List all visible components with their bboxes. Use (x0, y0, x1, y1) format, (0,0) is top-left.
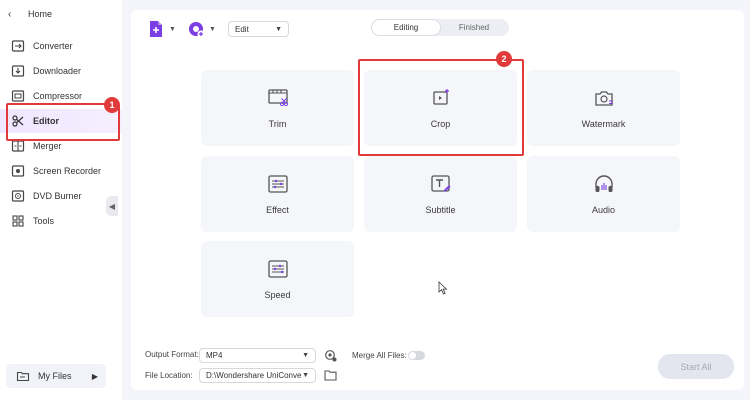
tool-trim[interactable]: Trim (201, 70, 354, 146)
watermark-icon (594, 91, 613, 106)
trim-icon (267, 89, 288, 107)
tab-editing[interactable]: Editing (372, 20, 440, 35)
compressor-icon (11, 90, 25, 102)
tool-speed[interactable]: Speed (201, 241, 354, 317)
sidebar-item-tools[interactable]: Tools (0, 209, 122, 233)
annotation-badge-2: 2 (496, 51, 512, 67)
home-link[interactable]: ‹ Home (8, 6, 52, 22)
screen-recorder-icon (11, 165, 25, 177)
tool-subtitle[interactable]: Subtitle (364, 156, 517, 232)
speed-icon (267, 260, 288, 278)
tool-label: Watermark (581, 119, 626, 129)
sidebar-item-label: Merger (33, 141, 62, 151)
output-format-label: Output Format: (145, 350, 199, 359)
add-file-icon (150, 21, 162, 37)
add-media-icon (189, 22, 205, 38)
add-file-button[interactable]: ▼ (146, 19, 176, 39)
dvd-icon (11, 190, 25, 202)
tool-label: Speed (264, 290, 291, 300)
start-all-button[interactable]: Start All (658, 354, 734, 379)
edit-mode-select[interactable]: Edit ▼ (228, 21, 289, 37)
home-label: Home (28, 9, 53, 19)
sidebar-item-dvd-burner[interactable]: DVD Burner (0, 184, 122, 208)
effect-icon (267, 175, 288, 193)
chevron-down-icon: ▼ (275, 25, 282, 33)
chevron-right-icon: ▶ (91, 371, 98, 381)
merge-all-toggle[interactable] (408, 351, 425, 360)
status-tab-group: Editing Finished (371, 19, 509, 36)
sidebar-item-label: DVD Burner (33, 191, 82, 201)
tab-finished[interactable]: Finished (440, 20, 508, 35)
sidebar: ‹ Home Converter Downloader Compressor E… (0, 0, 122, 400)
edit-mode-value: Edit (235, 24, 249, 34)
subtitle-icon (430, 175, 450, 192)
folder-icon[interactable] (324, 369, 337, 381)
sidebar-item-label: Compressor (33, 91, 83, 101)
tool-audio[interactable]: Audio (527, 156, 680, 232)
converter-icon (11, 40, 25, 52)
sidebar-item-label: Downloader (33, 66, 82, 76)
sidebar-item-converter[interactable]: Converter (0, 34, 122, 58)
chevron-down-icon: ▼ (302, 352, 309, 359)
sidebar-collapse-button[interactable]: ◀ (106, 196, 118, 216)
output-format-select[interactable]: MP4 ▼ (199, 348, 316, 363)
sidebar-item-screen-recorder[interactable]: Screen Recorder (0, 159, 122, 183)
chevron-down-icon: ▼ (302, 372, 309, 379)
downloader-icon (11, 65, 25, 77)
tool-effect[interactable]: Effect (201, 156, 354, 232)
tool-watermark[interactable]: Watermark (527, 70, 680, 146)
sidebar-item-label: Tools (33, 216, 55, 226)
annotation-box-crop (358, 59, 524, 156)
chevron-left-icon: ‹ (8, 8, 12, 20)
headphones-icon (594, 175, 613, 192)
tool-label: Audio (591, 205, 616, 215)
tool-label: Effect (266, 205, 289, 215)
annotation-box-editor (6, 103, 120, 141)
my-files-label: My Files (38, 371, 72, 381)
sidebar-item-label: Converter (33, 41, 73, 51)
chevron-left-icon: ◀ (108, 201, 116, 211)
sidebar-item-downloader[interactable]: Downloader (0, 59, 122, 83)
file-location-select[interactable]: D:\Wondershare UniConverter 1 ▼ (199, 368, 316, 383)
my-files-button[interactable]: My Files ▶ (6, 364, 106, 388)
mouse-cursor-icon (438, 281, 448, 295)
add-media-button[interactable]: ▼ (186, 19, 216, 39)
output-format-value: MP4 (206, 351, 223, 360)
sidebar-item-label: Screen Recorder (33, 166, 102, 176)
file-location-label: File Location: (145, 371, 193, 380)
annotation-badge-1: 1 (104, 97, 120, 113)
merger-icon (11, 140, 25, 152)
merge-all-label: Merge All Files: (352, 351, 407, 360)
tools-grid-icon (12, 215, 24, 227)
folder-icon (16, 371, 30, 382)
tool-label: Subtitle (425, 205, 456, 215)
chevron-down-icon: ▼ (209, 25, 216, 33)
tool-label: Trim (268, 119, 287, 129)
format-settings-icon[interactable] (324, 349, 337, 362)
chevron-down-icon: ▼ (169, 25, 176, 33)
file-location-value: D:\Wondershare UniConverter 1 (206, 371, 302, 380)
